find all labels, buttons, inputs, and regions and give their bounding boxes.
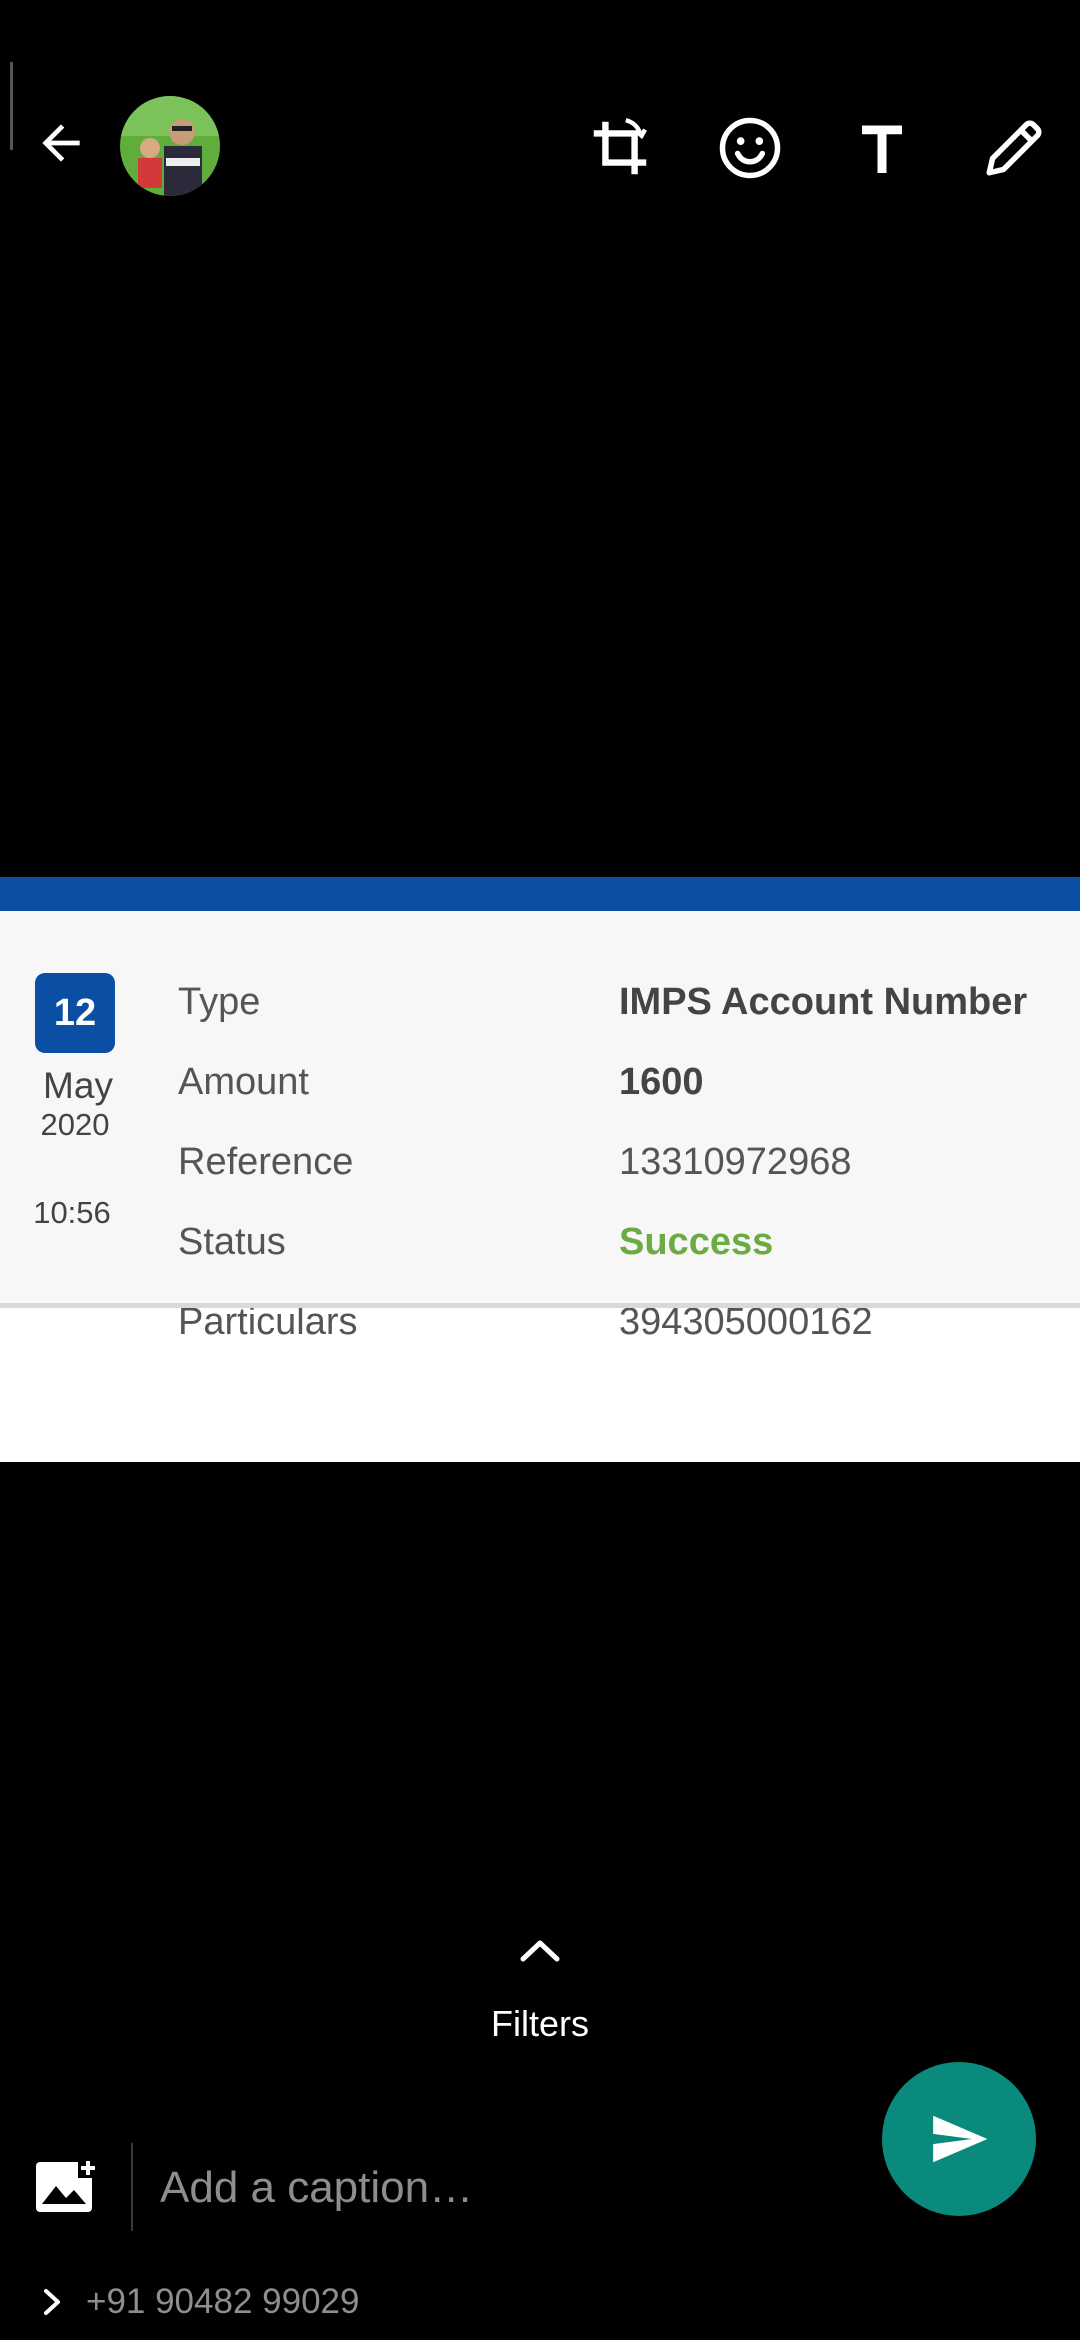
draw-button[interactable] xyxy=(976,110,1052,186)
amount-label: Amount xyxy=(178,1061,309,1103)
date-month: May xyxy=(43,1065,113,1106)
transaction-time: 10:56 xyxy=(33,1195,111,1230)
filters-button[interactable]: Filters xyxy=(440,2003,640,2045)
image-preview[interactable]: 12 May 2020 10:56 Type IMPS Account Numb… xyxy=(0,877,1080,1462)
pencil-icon xyxy=(986,120,1042,176)
status-label: Status xyxy=(178,1221,286,1263)
reference-label: Reference xyxy=(178,1141,354,1183)
arrow-left-icon xyxy=(42,124,80,162)
add-media-button[interactable] xyxy=(34,2158,98,2214)
reference-value: 13310972968 xyxy=(619,1141,852,1183)
text-icon xyxy=(862,125,902,173)
avatar-image xyxy=(120,96,220,196)
chevron-right-icon xyxy=(44,2289,60,2315)
card-divider xyxy=(0,1303,1080,1308)
add-photo-icon xyxy=(36,2158,98,2212)
send-button[interactable] xyxy=(882,2062,1036,2216)
transaction-card: 12 May 2020 10:56 Type IMPS Account Numb… xyxy=(0,911,1080,1343)
text-cursor xyxy=(10,62,13,150)
recipient-label: +91 90482 99029 xyxy=(86,2282,360,2321)
chevron-up-icon[interactable] xyxy=(517,1935,563,1965)
caption-divider xyxy=(131,2143,133,2231)
contact-avatar[interactable] xyxy=(120,96,220,196)
amount-value: 1600 xyxy=(619,1061,704,1103)
emoji-icon xyxy=(719,117,781,179)
date-day-badge: 12 xyxy=(35,973,115,1053)
text-tool-button[interactable] xyxy=(844,110,920,186)
media-editor-screen: 12 May 2020 10:56 Type IMPS Account Numb… xyxy=(0,0,1080,2340)
status-value: Success xyxy=(619,1221,774,1263)
crop-rotate-icon xyxy=(593,118,647,175)
type-label: Type xyxy=(178,981,261,1023)
card-header-bar xyxy=(0,877,1080,911)
caption-input[interactable] xyxy=(160,2150,860,2226)
crop-button[interactable] xyxy=(582,110,658,186)
send-icon xyxy=(933,2115,988,2163)
type-value: IMPS Account Number xyxy=(619,981,1028,1023)
date-year: 2020 xyxy=(40,1107,110,1142)
back-button[interactable] xyxy=(28,110,94,176)
emoji-button[interactable] xyxy=(712,110,788,186)
recipient-row[interactable]: +91 90482 99029 xyxy=(40,2282,359,2322)
